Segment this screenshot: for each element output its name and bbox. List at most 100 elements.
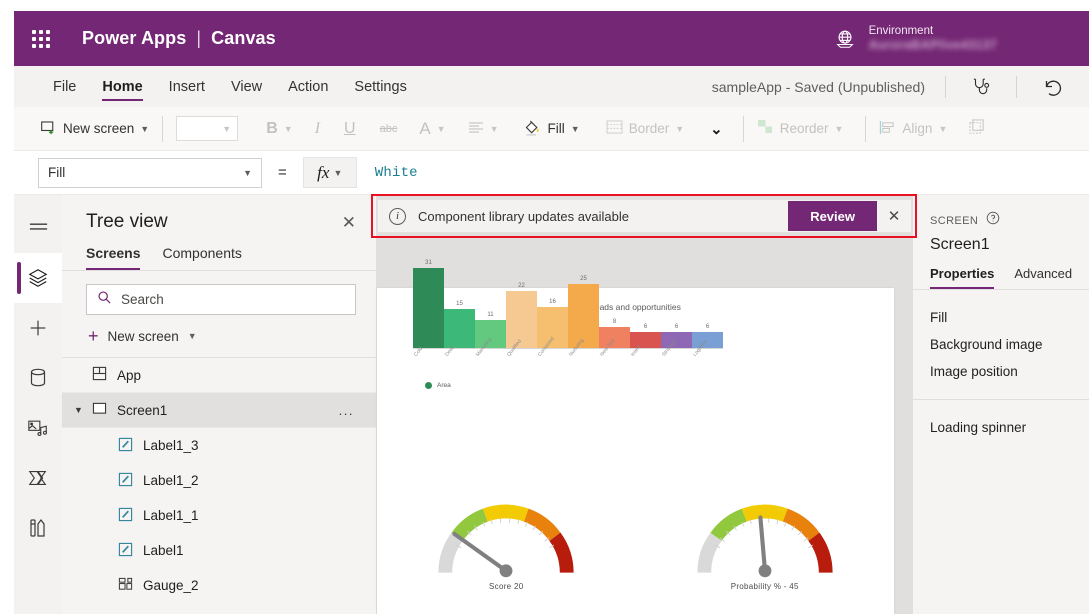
property-row-loading-spinner[interactable]: Loading spinner [913,414,1089,441]
label-icon [118,507,133,525]
border-button[interactable]: Border ▼ [606,120,684,137]
gauge-score[interactable]: Score 20 [377,488,636,608]
media-icon[interactable] [14,403,62,453]
font-family-select[interactable]: ▼ [176,116,239,141]
brand[interactable]: Power Apps | Canvas [82,28,276,49]
bar-value: 31 [425,260,432,266]
app-icon [92,366,107,384]
app-header: Power Apps | Canvas Environment AuroraBA… [14,11,1089,66]
property-select[interactable]: Fill ▼ [38,157,262,188]
tree-item-label: App [117,367,142,383]
fill-bucket-icon [523,118,542,140]
tab-components[interactable]: Components [162,241,241,270]
canvas-area[interactable]: Leads and opportunities 31 15 11 22 16 2… [377,195,912,614]
reorder-button[interactable]: Reorder ▼ [757,119,844,138]
bold-button[interactable]: B ▼ [266,120,292,138]
bold-icon: B [266,119,278,137]
review-button[interactable]: Review [788,201,877,231]
overflow-menu-icon[interactable]: ... [339,403,354,418]
variables-tools-icon[interactable] [14,503,62,553]
ribbon-more-button[interactable]: ⌄ [710,120,723,138]
fx-icon: fx [317,162,330,182]
insert-plus-icon[interactable] [14,303,62,353]
new-screen-label: New screen [63,121,135,136]
menu-label: View [230,78,263,95]
fill-button[interactable]: Fill ▼ [523,118,580,140]
stethoscope-icon[interactable] [966,73,996,101]
tab-label: Screens [86,245,141,261]
label-icon [118,472,133,490]
formula-input[interactable]: White [375,165,418,181]
tab-properties[interactable]: Properties [930,266,995,289]
text-align-button[interactable]: ▼ [468,121,499,137]
align-icon [879,120,896,138]
hamburger-menu-icon[interactable] [14,203,62,253]
menu-item-home[interactable]: Home [89,66,155,107]
search-input[interactable]: Search [86,284,356,315]
fx-button[interactable]: fx ▼ [302,157,357,188]
divider [1016,75,1017,98]
new-screen-icon [40,119,57,139]
group-icon [969,119,986,138]
tab-label: Properties [930,266,995,281]
menu-item-file[interactable]: File [40,66,89,107]
tree-item-label: Screen1 [117,402,168,418]
label-icon [118,542,133,560]
menu-item-insert[interactable]: Insert [156,66,218,107]
gauge-score-dial [438,504,574,578]
font-color-button[interactable]: A ▼ [419,119,445,139]
tab-advanced[interactable]: Advanced [1014,266,1072,289]
underline-icon: U [344,119,356,137]
new-screen-button[interactable]: New screen ▼ [40,119,149,139]
waffle-icon[interactable] [32,29,55,48]
gauge-probability[interactable]: Probability % - 45 [636,488,895,608]
help-icon[interactable] [986,211,1000,230]
border-label: Border [628,121,670,136]
property-row-fill[interactable]: Fill [913,304,1089,331]
property-label: Image position [930,364,1018,379]
font-color-icon: A [419,118,431,138]
tree-item-app[interactable]: App [62,358,376,393]
power-automate-icon[interactable] [14,453,62,503]
italic-button[interactable]: I [315,120,320,138]
tab-screens[interactable]: Screens [86,241,141,270]
environment-label: Environment [868,24,934,37]
bar-value: 6 [674,324,679,330]
gauge-probability-dial [697,504,833,578]
menu-item-view[interactable]: View [218,66,275,107]
app-screen-preview[interactable]: Leads and opportunities 31 15 11 22 16 2… [377,260,895,614]
tree-item-gauge_2[interactable]: Gauge_2 [62,568,376,603]
tree-item-label1[interactable]: Label1 [62,533,376,568]
close-icon[interactable]: ✕ [342,214,356,231]
undo-icon[interactable] [1037,73,1067,101]
close-icon[interactable]: ✕ [877,207,911,225]
align-button[interactable]: Align ▼ [879,120,947,138]
environment-selector[interactable]: Environment AuroraBAPlive43137 [834,24,997,54]
group-button[interactable] [969,119,986,138]
divider [742,115,744,142]
menu-label: Home [102,78,143,95]
property-row-background-image[interactable]: Background image [913,331,1089,358]
chevron-down-icon: ▼ [834,123,844,134]
underline-button[interactable]: U [344,120,356,138]
chevron-down-icon: ▼ [570,123,580,134]
tree-item-label1_1[interactable]: Label1_1 [62,498,376,533]
gauge-icon [118,577,133,595]
bar-value: 16 [549,299,556,305]
property-row-image-position[interactable]: Image position [913,358,1089,385]
menu-label: Settings [354,78,407,95]
search-placeholder: Search [121,292,164,307]
strikethrough-button[interactable]: abc [380,123,398,135]
info-icon: i [389,207,406,225]
tree-item-screen1[interactable]: ▼ Screen1 ... [62,393,376,428]
data-database-icon[interactable] [14,353,62,403]
new-screen-link[interactable]: + New screen ▼ [62,315,376,358]
menu-item-settings[interactable]: Settings [341,66,419,107]
tree-view-layers-icon[interactable] [14,253,62,303]
bar-chart[interactable]: Leads and opportunities 31 15 11 22 16 2… [377,260,894,463]
menu-item-action[interactable]: Action [275,66,341,107]
notification-banner[interactable]: i Component library updates available Re… [377,199,912,233]
tree-item-label1_3[interactable]: Label1_3 [62,428,376,463]
chevron-down-icon[interactable]: ▼ [74,405,83,415]
tree-item-label1_2[interactable]: Label1_2 [62,463,376,498]
